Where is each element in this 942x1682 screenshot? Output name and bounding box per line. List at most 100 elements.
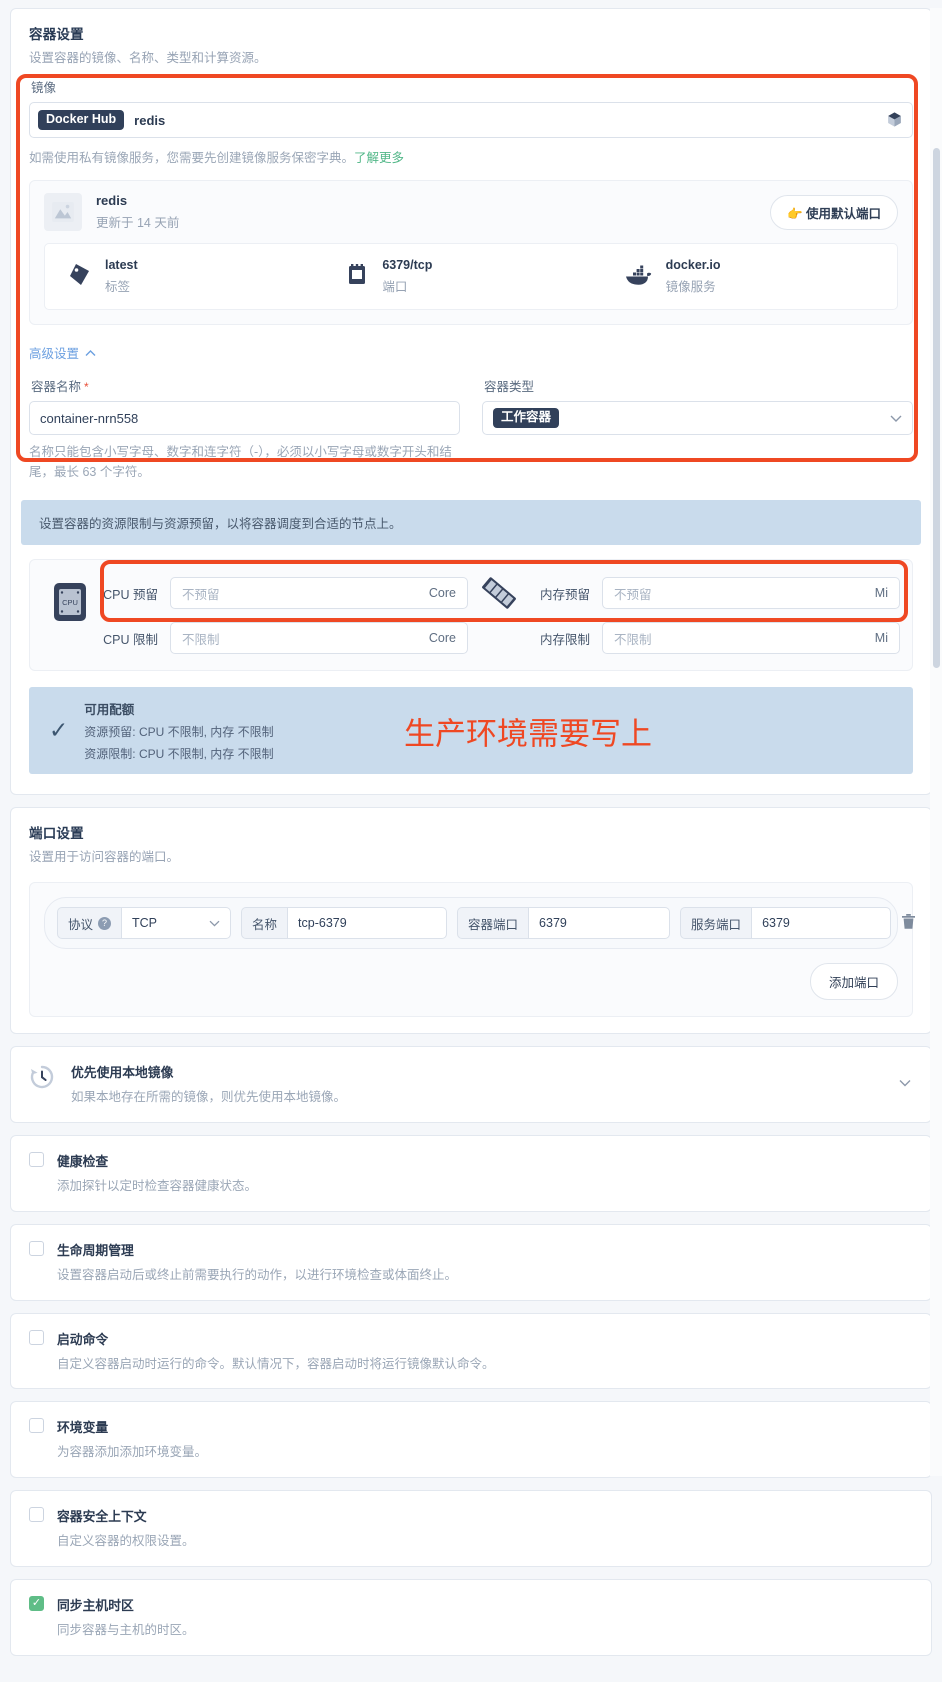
- cpu-limit-input[interactable]: 不限制 Core: [170, 622, 468, 655]
- image-input[interactable]: Docker Hub redis: [29, 102, 913, 139]
- protocol-label: 协议 ?: [57, 907, 122, 940]
- memory-limit-label: 内存限制: [539, 632, 590, 647]
- container-name-label: 容器名称 *: [31, 376, 460, 395]
- preview-image-name: redis: [96, 193, 128, 209]
- sync-timezone-checkbox[interactable]: [29, 1595, 44, 1611]
- port-settings-subtitle: 设置用于访问容器的端口。: [29, 850, 180, 865]
- memory-icon: [468, 574, 530, 612]
- advanced-settings-label: 高级设置: [29, 347, 80, 362]
- add-port-button[interactable]: 添加端口: [809, 963, 898, 1001]
- chevron-up-icon: [85, 346, 96, 360]
- port-name-input[interactable]: tcp-6379: [287, 907, 448, 940]
- memory-reservation-placeholder: 不预留: [614, 587, 652, 602]
- check-icon: ✓: [49, 717, 69, 744]
- docker-icon: [624, 264, 652, 289]
- chevron-down-icon[interactable]: [899, 1075, 911, 1090]
- memory-reservation-group: 内存预留 不预留 Mi: [530, 577, 900, 610]
- memory-reservation-input[interactable]: 不预留 Mi: [602, 577, 900, 610]
- container-settings-subtitle: 设置容器的镜像、名称、类型和计算资源。: [29, 51, 267, 65]
- image-preview-panel: redis 更新于 14 天前 👉 使用默认端口 latest 标签 6379/…: [29, 180, 913, 326]
- section-lifecycle-title: 生命周期管理: [57, 1242, 134, 1258]
- memory-limit-unit: Mi: [874, 631, 888, 646]
- required-asterisk: *: [84, 380, 89, 395]
- section-sync-timezone[interactable]: 同步主机时区 同步容器与主机的时区。: [10, 1578, 932, 1656]
- quota-limit-line: 资源限制: CPU 不限制, 内存 不限制: [84, 747, 274, 762]
- image-stats: latest 标签 6379/tcp 端口 docker.io 镜像服务: [44, 243, 898, 311]
- private-registry-hint-text: 如需使用私有镜像服务，您需要先创建镜像服务保密字典。: [29, 151, 355, 166]
- container-name-input[interactable]: container-nrn558: [29, 401, 460, 436]
- section-sync-timezone-title: 同步主机时区: [57, 1597, 134, 1613]
- environment-variables-checkbox[interactable]: [29, 1418, 44, 1434]
- help-icon[interactable]: ?: [98, 916, 112, 930]
- delete-port-icon[interactable]: [901, 913, 916, 933]
- service-port-label: 服务端口: [680, 907, 752, 940]
- section-health-check[interactable]: 健康检查 添加探针以定时检查容器健康状态。: [10, 1135, 932, 1212]
- port-name-label: 名称: [241, 907, 288, 940]
- cpu-limit-label: CPU 限制: [103, 632, 158, 647]
- section-environment-variables-title: 环境变量: [57, 1420, 109, 1436]
- use-default-port-button[interactable]: 👉 使用默认端口: [769, 194, 898, 230]
- section-start-command-subtitle: 自定义容器启动时运行的命令。默认情况下，容器启动时将运行镜像默认命令。: [57, 1356, 495, 1371]
- bottom-spacer: [0, 1668, 942, 1682]
- service-port-input[interactable]: 6379: [751, 907, 892, 940]
- cpu-reservation-group: CPU 预留 不预留 Core: [98, 577, 468, 610]
- section-start-command[interactable]: 启动命令 自定义容器启动时运行的命令。默认情况下，容器启动时将运行镜像默认命令。: [10, 1312, 932, 1390]
- chevron-down-icon: [209, 916, 220, 930]
- image-stat-tag-label: 标签: [105, 280, 131, 295]
- quota-reservation-line: 资源预留: CPU 不限制, 内存 不限制: [84, 725, 274, 740]
- container-name-label-text: 容器名称: [31, 380, 82, 395]
- section-prefer-local-image[interactable]: 优先使用本地镜像 如果本地存在所需的镜像，则优先使用本地镜像。: [10, 1046, 932, 1123]
- image-field-row: Docker Hub redis: [29, 102, 913, 139]
- section-lifecycle[interactable]: 生命周期管理 设置容器启动后或终止前需要执行的动作，以进行环境检查或体面终止。: [10, 1223, 932, 1301]
- section-start-command-title: 启动命令: [57, 1331, 109, 1347]
- image-stat-registry-label: 镜像服务: [665, 280, 716, 295]
- image-stat-registry-value: docker.io: [665, 258, 721, 273]
- cpu-icon: CPU: [42, 574, 98, 622]
- section-environment-variables-subtitle: 为容器添加添加环境变量。: [57, 1445, 208, 1460]
- protocol-label-text: 协议: [68, 917, 94, 932]
- scrollbar-thumb[interactable]: [933, 148, 940, 668]
- memory-reservation-unit: Mi: [874, 586, 888, 601]
- section-security-context[interactable]: 容器安全上下文 自定义容器的权限设置。: [10, 1490, 932, 1567]
- lifecycle-checkbox[interactable]: [29, 1240, 44, 1256]
- resource-limit-row: CPU 限制 不限制 Core 内存限制 不限制 Mi: [98, 622, 900, 655]
- cpu-limit-unit: Core: [428, 631, 456, 646]
- advanced-settings-toggle[interactable]: 高级设置: [29, 343, 96, 362]
- port-name-value: tcp-6379: [298, 916, 347, 931]
- cpu-reservation-label: CPU 预留: [103, 587, 158, 602]
- section-environment-variables[interactable]: 环境变量 为容器添加添加环境变量。: [10, 1401, 932, 1478]
- quota-title: 可用配额: [84, 703, 135, 718]
- container-name-help: 名称只能包含小写字母、数字和连字符（-），必须以小写字母或数字开头和结尾，最长 …: [29, 445, 452, 480]
- section-security-context-title: 容器安全上下文: [57, 1509, 147, 1524]
- image-stat-port-value: 6379/tcp: [382, 258, 433, 273]
- image-stat-tag-value: latest: [105, 258, 138, 273]
- learn-more-link[interactable]: 了解更多: [354, 151, 404, 165]
- service-port-group: 服务端口 6379: [680, 907, 892, 940]
- history-icon: [29, 1062, 71, 1093]
- container-type-field: 容器类型 工作容器: [482, 376, 913, 482]
- cpu-reservation-unit: Core: [428, 586, 456, 601]
- resource-inputs-area: CPU CPU 预留 不预留 Core 内存预留 不预留 Mi CPU 限制 不…: [29, 559, 913, 672]
- page-title: 容器设置: [29, 27, 84, 42]
- security-context-checkbox[interactable]: [29, 1507, 44, 1522]
- resource-hint-banner: 设置容器的资源限制与资源预留，以将容器调度到合适的节点上。: [21, 500, 921, 546]
- container-port-value: 6379: [539, 916, 567, 931]
- container-type-select[interactable]: 工作容器: [482, 401, 913, 436]
- port-icon: [346, 263, 368, 290]
- health-check-checkbox[interactable]: [29, 1152, 44, 1167]
- container-port-input[interactable]: 6379: [528, 907, 671, 940]
- start-command-checkbox[interactable]: [29, 1329, 44, 1345]
- memory-limit-placeholder: 不限制: [614, 632, 652, 647]
- image-thumbnail-icon: [44, 193, 82, 232]
- container-settings-card: 容器设置 设置容器的镜像、名称、类型和计算资源。 镜像 Docker Hub r…: [10, 8, 932, 796]
- section-health-check-subtitle: 添加探针以定时检查容器健康状态。: [57, 1179, 258, 1193]
- cpu-limit-placeholder: 不限制: [182, 632, 220, 647]
- chevron-down-icon: [890, 411, 902, 426]
- image-field-label: 镜像: [31, 81, 57, 96]
- private-registry-hint: 如需使用私有镜像服务，您需要先创建镜像服务保密字典。了解更多: [29, 147, 931, 166]
- container-type-value: 工作容器: [493, 408, 560, 428]
- name-type-row: 容器名称 * container-nrn558 名称只能包含小写字母、数字和连字符…: [29, 376, 913, 482]
- memory-limit-input[interactable]: 不限制 Mi: [602, 622, 900, 655]
- protocol-select[interactable]: TCP: [121, 907, 232, 940]
- cpu-reservation-input[interactable]: 不预留 Core: [170, 577, 468, 610]
